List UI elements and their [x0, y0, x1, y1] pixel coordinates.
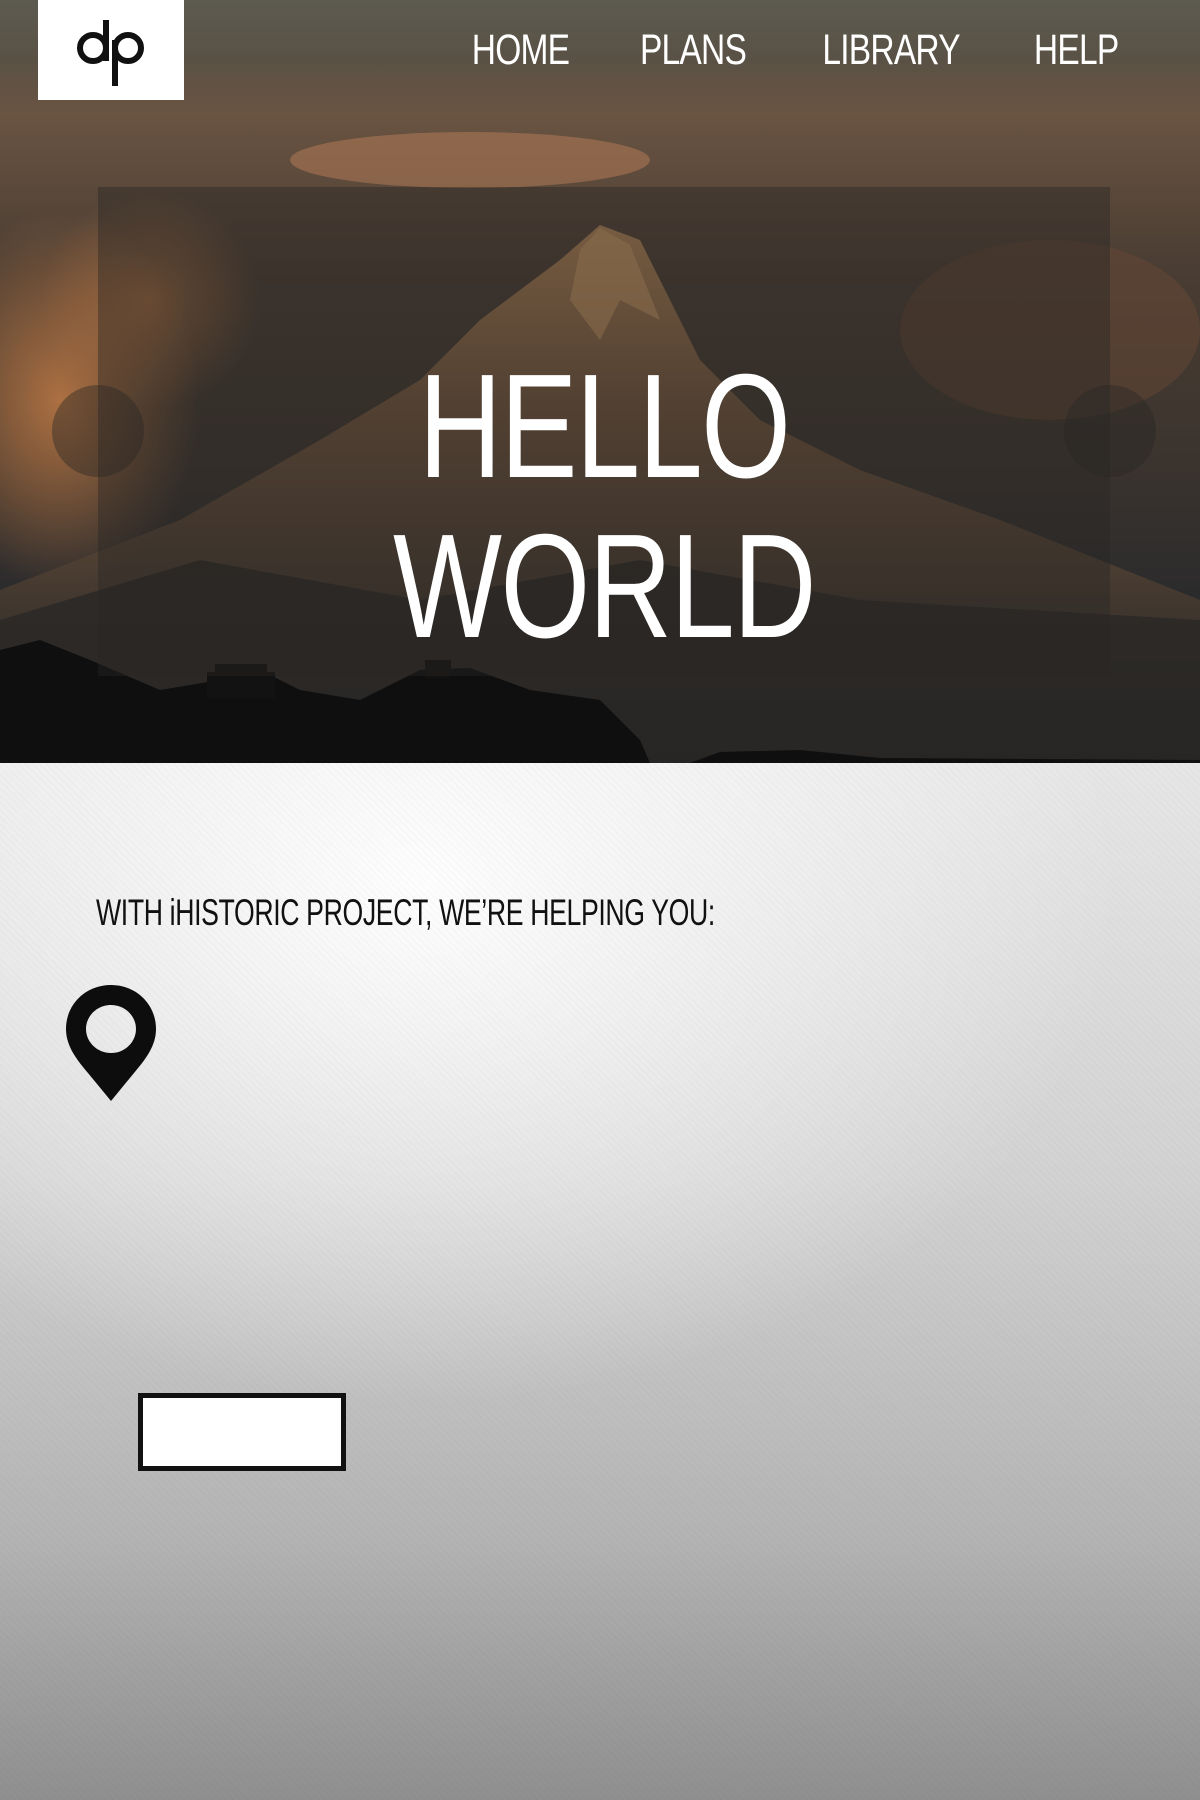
- hero-section: HELLO WORLD HOME PLANS LIBRARY HELP: [0, 0, 1200, 763]
- nav-plans-link[interactable]: PLANS: [640, 20, 747, 80]
- content-section: WITH iHISTORIC PROJECT, WE’RE HELPING YO…: [0, 763, 1200, 1800]
- nav-help-link[interactable]: HELP: [1034, 20, 1119, 80]
- dp-monogram-logo-icon: [77, 20, 144, 86]
- nav-library-link[interactable]: LIBRARY: [823, 20, 961, 80]
- hero-banner-panel: HELLO WORLD: [52, 187, 1156, 676]
- banner-notch-left: [52, 385, 144, 477]
- section-tagline: WITH iHISTORIC PROJECT, WE’RE HELPING YO…: [96, 892, 715, 933]
- hero-title: HELLO WORLD: [393, 344, 816, 669]
- banner-notch-right: [1064, 385, 1156, 477]
- nav-home-link[interactable]: HOME: [472, 20, 570, 80]
- main-nav: HOME PLANS LIBRARY HELP: [458, 20, 1130, 80]
- site-logo[interactable]: [38, 0, 184, 100]
- page: HELLO WORLD HOME PLANS LIBRARY HELP WITH…: [0, 0, 1200, 1800]
- action-button[interactable]: [138, 1393, 346, 1471]
- map-pin-icon: [66, 985, 156, 1101]
